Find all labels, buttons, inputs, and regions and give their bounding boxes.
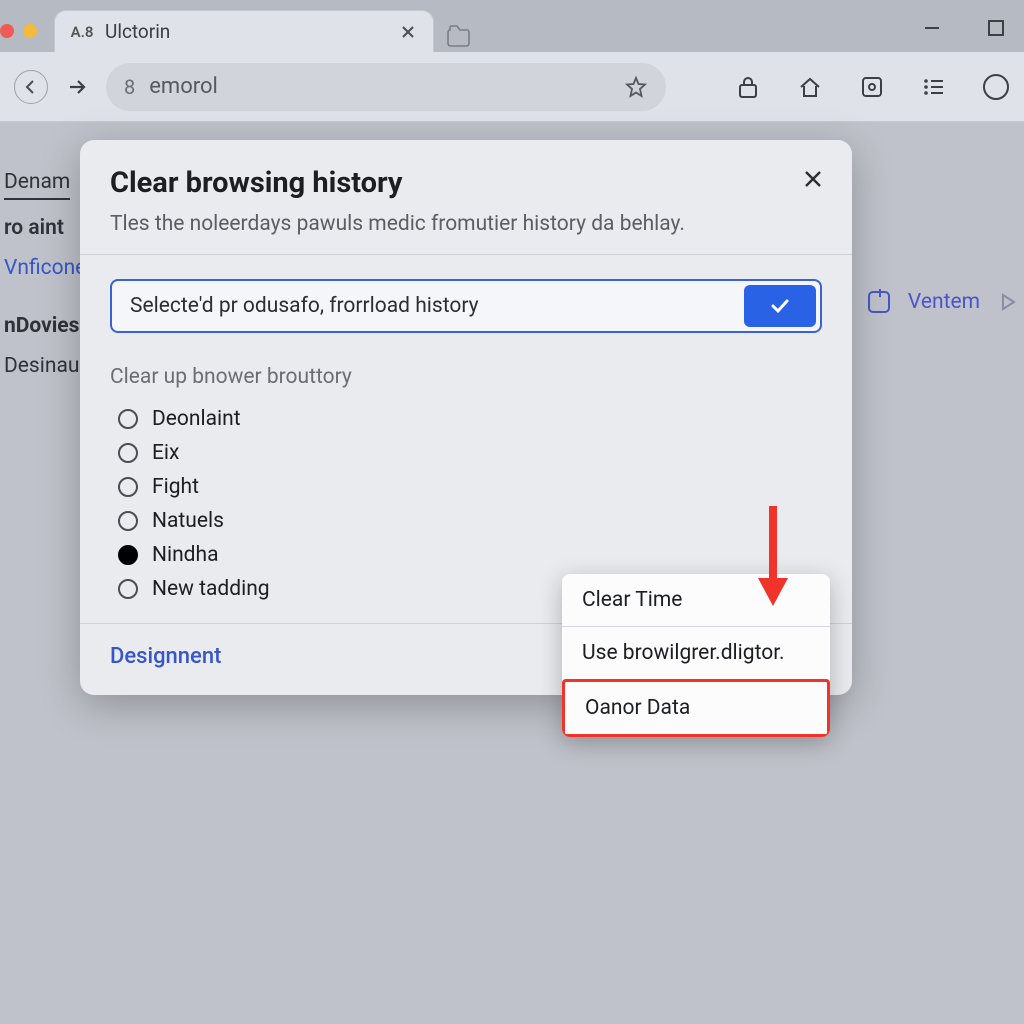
lock-icon[interactable] bbox=[734, 73, 762, 101]
radio-option-deonlaint[interactable]: Deonlaint bbox=[118, 407, 822, 431]
new-tab-button[interactable] bbox=[442, 18, 476, 52]
radio-icon bbox=[118, 443, 138, 463]
radio-label: Nindha bbox=[152, 543, 219, 567]
radio-icon bbox=[118, 511, 138, 531]
history-select-dropdown[interactable]: Selecte'd pr odusafo, frorrload history bbox=[110, 279, 822, 333]
radio-option-natuels[interactable]: Natuels bbox=[118, 509, 822, 533]
section-label: Clear up bnower brouttory bbox=[110, 365, 822, 389]
radio-option-eix[interactable]: Eix bbox=[118, 441, 822, 465]
bg-link[interactable]: Vnficone bbox=[4, 256, 86, 280]
address-text: emorol bbox=[149, 74, 610, 99]
profile-icon[interactable] bbox=[982, 73, 1010, 101]
radio-label: Eix bbox=[152, 441, 179, 465]
page-right-actions: Ventem bbox=[868, 290, 1018, 314]
nav-back-button[interactable] bbox=[14, 70, 48, 104]
radio-list: Deonlaint Eix Fight Natuels Nindha New t… bbox=[110, 407, 822, 601]
window-traffic-lights bbox=[0, 24, 37, 38]
tab-strip: A.8 Ulctorin bbox=[54, 4, 1024, 52]
radio-icon bbox=[118, 545, 138, 565]
radio-label: New tadding bbox=[152, 577, 270, 601]
site-icon: 8 bbox=[124, 75, 135, 99]
ventem-link[interactable]: Ventem bbox=[908, 290, 980, 314]
radio-label: Deonlaint bbox=[152, 407, 241, 431]
address-bar[interactable]: 8 emorol bbox=[106, 63, 666, 111]
window-minimize-dot[interactable] bbox=[23, 24, 37, 38]
window-buttons bbox=[918, 14, 1010, 42]
extension-icon[interactable] bbox=[858, 73, 886, 101]
window-minimize-button[interactable] bbox=[918, 14, 946, 42]
select-confirm-button[interactable] bbox=[744, 285, 816, 327]
radio-label: Fight bbox=[152, 475, 199, 499]
toolbar-actions bbox=[734, 73, 1010, 101]
dialog-title: Clear browsing history bbox=[110, 166, 822, 200]
radio-icon bbox=[118, 477, 138, 497]
tab-close-icon[interactable] bbox=[397, 21, 419, 43]
dialog-close-button[interactable] bbox=[798, 164, 828, 194]
browser-toolbar: 8 emorol bbox=[0, 52, 1024, 122]
nav-forward-button[interactable] bbox=[62, 72, 92, 102]
play-icon[interactable] bbox=[998, 292, 1018, 312]
window-maximize-button[interactable] bbox=[982, 14, 1010, 42]
radio-label: Natuels bbox=[152, 509, 224, 533]
dialog-body: Selecte'd pr odusafo, frorrload history … bbox=[80, 255, 852, 623]
dialog-subtitle: Tles the noleerdays pawuls medic fromuti… bbox=[110, 212, 822, 236]
select-value: Selecte'd pr odusafo, frorrload history bbox=[112, 281, 740, 331]
red-arrow-annotation bbox=[748, 498, 798, 618]
bookmark-star-icon[interactable] bbox=[624, 75, 648, 99]
dialog-header: Clear browsing history Tles the noleerda… bbox=[80, 140, 852, 254]
home-icon[interactable] bbox=[796, 73, 824, 101]
tab-title: Ulctorin bbox=[105, 20, 170, 43]
radio-icon bbox=[118, 409, 138, 429]
designnent-link[interactable]: Designnent bbox=[110, 644, 221, 669]
window-close-dot[interactable] bbox=[0, 24, 14, 38]
tab-favicon: A.8 bbox=[73, 23, 91, 41]
browser-tab[interactable]: A.8 Ulctorin bbox=[54, 10, 434, 52]
bg-nav-item[interactable]: Denam bbox=[4, 170, 70, 200]
radio-icon bbox=[118, 579, 138, 599]
radio-option-fight[interactable]: Fight bbox=[118, 475, 822, 499]
chat-icon[interactable] bbox=[868, 291, 890, 313]
menu-item-use-browilgrer[interactable]: Use browilgrer.dligtor. bbox=[562, 627, 830, 679]
radio-option-nindha[interactable]: Nindha bbox=[118, 543, 822, 567]
menu-item-oanor-data[interactable]: Oanor Data bbox=[562, 679, 830, 737]
list-icon[interactable] bbox=[920, 73, 948, 101]
